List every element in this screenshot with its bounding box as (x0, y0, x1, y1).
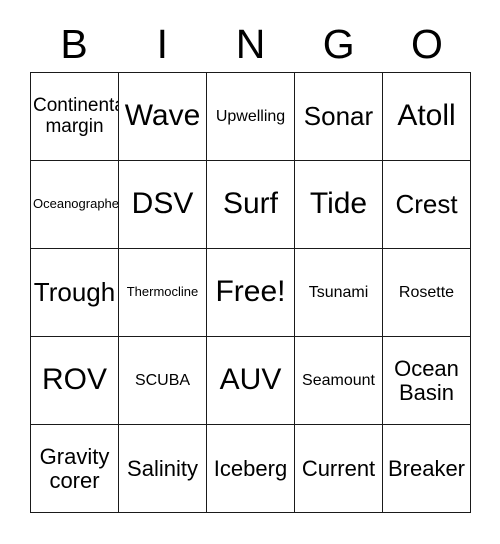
bingo-cell[interactable]: Tsunami (295, 249, 383, 337)
bingo-cell-label: Tsunami (308, 283, 369, 301)
bingo-header-letter-n: N (235, 20, 266, 67)
bingo-cell[interactable]: Atoll (383, 73, 471, 161)
bingo-cell-label: Thermocline (126, 284, 199, 300)
bingo-cell-label: SCUBA (134, 371, 191, 389)
bingo-cell-free-space[interactable]: Free! (207, 249, 295, 337)
bingo-cell-label: Salinity (127, 455, 198, 481)
bingo-card: B I N G O Continental marginWave Upwellin… (0, 0, 500, 544)
bingo-header-row: B I N G O (30, 16, 471, 72)
bingo-cell-label: DSV (131, 187, 194, 221)
bingo-cell-label: Wave (124, 99, 201, 133)
bingo-cell[interactable]: Iceberg (207, 425, 295, 513)
bingo-header-letter-b: B (60, 20, 88, 67)
bingo-cell[interactable]: DSV (119, 161, 207, 249)
bingo-cell-label: Surf (222, 187, 279, 221)
bingo-cell-label: Atoll (397, 99, 456, 133)
bingo-cell-label: Continental margin (33, 94, 118, 137)
bingo-cell[interactable]: Continental margin (31, 73, 119, 161)
bingo-cell-label: Upwelling (215, 107, 286, 125)
bingo-cell[interactable]: Seamount (295, 337, 383, 425)
bingo-cell[interactable]: Oceanographer (31, 161, 119, 249)
bingo-cell-label: Ocean Basin (394, 355, 459, 405)
bingo-cell[interactable]: AUV (207, 337, 295, 425)
bingo-cell[interactable]: Gravity corer (31, 425, 119, 513)
bingo-cell[interactable]: SCUBA (119, 337, 207, 425)
bingo-cell[interactable]: Surf (207, 161, 295, 249)
bingo-cell[interactable]: Current (295, 425, 383, 513)
bingo-cell-label: Oceanographer (33, 196, 119, 212)
bingo-cell-label: AUV (219, 363, 282, 397)
bingo-cell[interactable]: Wave (119, 73, 207, 161)
bingo-header-letter-g: G (322, 20, 355, 67)
bingo-cell-label: ROV (41, 363, 107, 397)
bingo-grid: Continental marginWave Upwelling Sonar Atol… (30, 72, 471, 513)
bingo-cell[interactable]: Upwelling (207, 73, 295, 161)
bingo-cell[interactable]: Salinity (119, 425, 207, 513)
bingo-cell[interactable]: Breaker (383, 425, 471, 513)
bingo-cell[interactable]: Tide (295, 161, 383, 249)
bingo-cell-label: Tide (309, 187, 368, 221)
bingo-cell[interactable]: Ocean Basin (383, 337, 471, 425)
bingo-cell-label: Rosette (398, 283, 455, 301)
bingo-cell-label: Trough (33, 277, 116, 308)
bingo-header-letter-o: O (410, 20, 443, 67)
bingo-cell[interactable]: Thermocline (119, 249, 207, 337)
bingo-cell-label: Gravity corer (39, 443, 110, 493)
bingo-cell[interactable]: Crest (383, 161, 471, 249)
bingo-cell-label: Seamount (302, 371, 375, 389)
bingo-cell-label: Crest (395, 189, 458, 220)
bingo-cell[interactable]: Sonar (295, 73, 383, 161)
bingo-header-letter-i: I (156, 20, 168, 67)
bingo-cell-label: Sonar (303, 101, 374, 132)
bingo-cell-label: Current (301, 455, 376, 481)
bingo-cell[interactable]: Rosette (383, 249, 471, 337)
bingo-cell-label: Free! (215, 275, 286, 309)
bingo-cell-label: Iceberg (213, 455, 288, 481)
bingo-cell[interactable]: ROV (31, 337, 119, 425)
bingo-cell-label: Breaker (387, 455, 466, 481)
bingo-cell[interactable]: Trough (31, 249, 119, 337)
